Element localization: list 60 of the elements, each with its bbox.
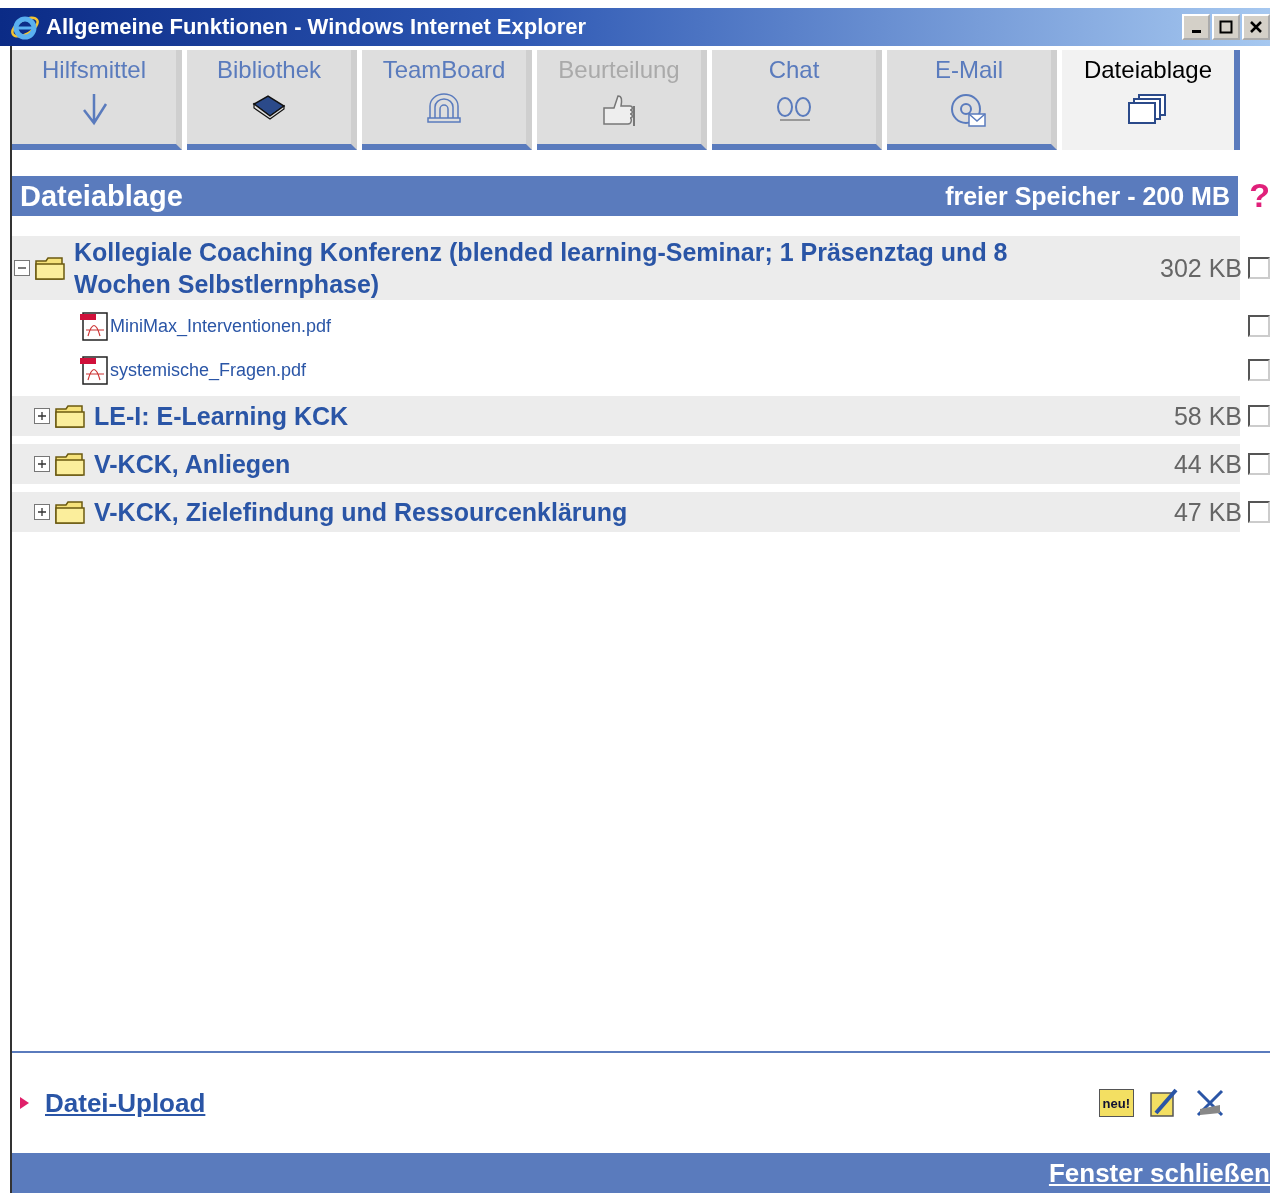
edit-pencil-icon[interactable] bbox=[1148, 1087, 1180, 1119]
folder-icon bbox=[54, 403, 86, 429]
tab-label: Chat bbox=[768, 56, 820, 84]
folder-icon bbox=[34, 255, 66, 281]
folder-name[interactable]: LE-I: E-Learning KCK bbox=[94, 400, 1174, 432]
section-title: Dateiablage bbox=[20, 179, 184, 213]
folder-name[interactable]: V-KCK, Anliegen bbox=[94, 448, 1174, 480]
file-name[interactable]: systemische_Fragen.pdf bbox=[110, 359, 1248, 381]
close-button[interactable] bbox=[1242, 14, 1270, 40]
window-title: Allgemeine Funktionen - Windows Internet Explorer bbox=[46, 14, 588, 40]
folder-name[interactable]: Kollegiale Coaching Konferenz (blended learning-Seminar; 1 Präsenztag und 8 Wochen Selbstlernphase) bbox=[74, 236, 1160, 300]
tab-label: Hilfsmittel bbox=[42, 56, 146, 84]
close-icon bbox=[1249, 20, 1263, 34]
plus-icon bbox=[37, 507, 47, 517]
minimize-icon bbox=[1191, 29, 1201, 33]
maximize-icon bbox=[1219, 20, 1233, 34]
tab-label: Bibliothek bbox=[216, 56, 322, 84]
folder-size: 47 KB bbox=[1173, 497, 1242, 527]
checkbox[interactable] bbox=[1248, 257, 1270, 279]
upload-link[interactable]: Datei-Upload bbox=[45, 1087, 206, 1119]
folder-size: 58 KB bbox=[1173, 401, 1242, 431]
tab[interactable]: Hilfsmittel bbox=[12, 50, 182, 150]
expand-toggle[interactable] bbox=[34, 456, 50, 472]
tab-label: E-Mail bbox=[935, 56, 1003, 84]
email-icon bbox=[949, 92, 989, 130]
plus-icon bbox=[37, 459, 47, 469]
tab-label: Dateiablage bbox=[1083, 56, 1213, 84]
checkbox[interactable] bbox=[1248, 405, 1270, 427]
folder-name[interactable]: V-KCK, Zielefindung und Ressourcenklärung bbox=[94, 496, 1174, 528]
free-storage-text: freier Speicher - 200 MB bbox=[945, 181, 1230, 211]
help-link[interactable]: ? bbox=[1249, 176, 1270, 215]
expand-toggle[interactable] bbox=[34, 408, 50, 424]
stacked-windows-icon bbox=[1127, 92, 1169, 126]
collapse-toggle[interactable] bbox=[14, 260, 30, 276]
file-name[interactable]: MiniMax_Interventionen.pdf bbox=[110, 315, 1248, 337]
folder-icon bbox=[54, 499, 86, 525]
book-icon bbox=[252, 92, 286, 120]
triangle-icon bbox=[20, 1097, 29, 1109]
delete-icon[interactable] bbox=[1194, 1087, 1226, 1119]
tab[interactable]: Dateiablage bbox=[1062, 50, 1240, 150]
plus-icon bbox=[37, 411, 47, 421]
checkbox[interactable] bbox=[1248, 359, 1270, 381]
checkbox[interactable] bbox=[1248, 501, 1270, 523]
board-icon bbox=[425, 92, 463, 124]
folder-icon bbox=[54, 451, 86, 477]
folder-size: 302 KB bbox=[1160, 253, 1242, 283]
folder-size: 44 KB bbox=[1173, 449, 1242, 479]
tab-label: TeamBoard bbox=[382, 56, 506, 84]
new-folder-button[interactable]: neu! bbox=[1098, 1089, 1134, 1117]
expand-toggle[interactable] bbox=[34, 504, 50, 520]
thumbs-up-icon bbox=[600, 92, 638, 128]
minimize-button[interactable] bbox=[1182, 14, 1210, 40]
close-window-link[interactable]: Fenster schließen bbox=[1048, 1157, 1270, 1189]
checkbox[interactable] bbox=[1248, 453, 1270, 475]
checkbox[interactable] bbox=[1248, 315, 1270, 337]
tab[interactable]: Chat bbox=[712, 50, 882, 150]
tab[interactable]: Bibliothek bbox=[187, 50, 357, 150]
maximize-button[interactable] bbox=[1212, 14, 1240, 40]
tab[interactable]: E-Mail bbox=[887, 50, 1057, 150]
tab[interactable]: TeamBoard bbox=[362, 50, 532, 150]
